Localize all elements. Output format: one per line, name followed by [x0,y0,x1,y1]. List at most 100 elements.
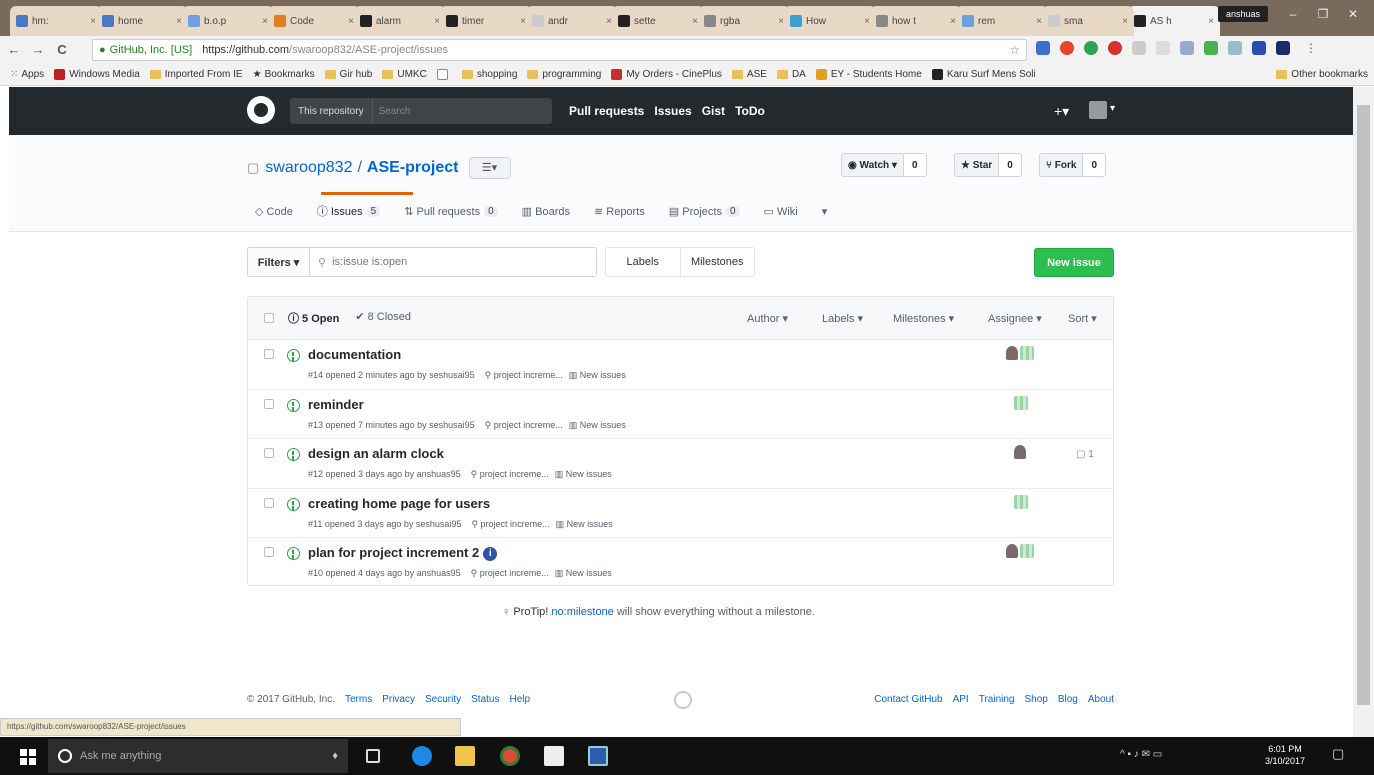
assignee-avatar[interactable] [1014,445,1026,459]
tab-close-icon[interactable]: × [90,16,96,27]
scrollbar-thumb[interactable] [1357,105,1370,705]
tab-close-icon[interactable]: × [262,16,268,27]
issue-project-link[interactable]: ▥ New issues [569,420,626,430]
github-footer-logo-icon[interactable] [674,691,692,709]
issue-checkbox[interactable] [264,497,274,508]
issue-milestone-link[interactable]: ⚲ project increme... [485,370,563,380]
issue-milestone-link[interactable]: ⚲ project increme... [471,519,549,529]
browser-tab[interactable]: sette × [612,6,704,36]
nav-issues[interactable]: Issues [654,104,691,118]
footer-link[interactable]: API [953,694,969,705]
issue-project-link[interactable]: ▥ New issues [569,370,626,380]
back-button[interactable]: ← [4,40,24,60]
browser-tab[interactable]: rgba × [698,6,790,36]
footer-link[interactable]: Contact GitHub [874,694,942,705]
bookmark-item[interactable]: Gir hub [324,69,372,80]
bookmark-item[interactable]: Other bookmarks [1276,69,1368,80]
footer-link[interactable]: Privacy [382,694,415,705]
issue-checkbox[interactable] [264,547,274,557]
bookmark-item[interactable]: ⁙ Apps [10,69,44,80]
issue-title-link[interactable]: creating home page for users [308,496,490,511]
edge-browser-icon[interactable] [412,746,432,766]
select-all-checkbox[interactable] [264,313,274,323]
tab-close-icon[interactable]: × [348,16,354,27]
tab-close-icon[interactable]: × [434,16,440,27]
store-icon[interactable] [544,746,564,766]
browser-tab[interactable]: Code × [268,6,360,36]
repo-tab[interactable]: ▥ Boards [522,203,570,219]
milestones-button[interactable]: Milestones [681,248,755,276]
bookmark-item[interactable]: programming [527,69,601,80]
closed-issues-link[interactable]: ✔ 8 Closed [355,310,411,326]
assignee-avatar[interactable] [1020,544,1034,558]
issues-search-input[interactable]: ⚲ is:issue is:open [310,248,596,276]
browser-tab[interactable]: AS h × [1128,6,1220,36]
page-scrollbar[interactable] [1353,87,1374,737]
comments-link[interactable]: ▢ 1 [1076,449,1094,460]
fork-button[interactable]: ⑂ Fork [1039,153,1084,177]
footer-link[interactable]: Security [425,694,461,705]
bookmark-item[interactable]: EY - Students Home [815,69,922,80]
chevron-down-icon[interactable]: ▾ [1110,103,1115,114]
browser-tab[interactable]: b.o.p × [182,6,274,36]
sort-filter[interactable]: Sort ▾ [1068,312,1097,325]
fork-count[interactable]: 0 [1083,153,1107,177]
author-filter[interactable]: Author ▾ [747,312,788,325]
extension-icon[interactable] [1180,41,1194,55]
issue-title-link[interactable]: design an alarm clock [308,446,444,461]
repo-tab[interactable]: ◇ Code [255,203,293,219]
browser-tab[interactable]: alarm × [354,6,446,36]
assignee-avatar[interactable] [1006,346,1018,360]
footer-link[interactable]: Terms [345,694,372,705]
nav-gist[interactable]: Gist [702,104,725,118]
issue-row[interactable]: design an alarm clock #12 opened 3 days a… [248,439,1113,489]
footer-link[interactable]: Shop [1024,694,1047,705]
tab-close-icon[interactable]: × [176,16,182,27]
forward-button[interactable]: → [28,40,48,60]
footer-link[interactable]: Help [509,694,530,705]
repo-tab[interactable]: ≋ Reports [594,203,645,219]
browser-tab[interactable]: How × [784,6,876,36]
browser-tab[interactable]: rem × [956,6,1048,36]
bookmark-item[interactable]: Karu Surf Mens Soli [931,69,1036,80]
menu-dots-icon[interactable]: ⋮ [1304,41,1318,55]
repo-menu-button[interactable]: ☰▾ [468,157,511,179]
create-new-dropdown[interactable]: +▾ [1054,103,1069,120]
star-button[interactable]: ★ Star [954,153,1000,177]
windows-start-icon[interactable] [20,749,36,765]
issue-project-link[interactable]: ▥ New issues [555,568,612,578]
footer-link[interactable]: Status [471,694,499,705]
reload-button[interactable]: C [52,40,72,60]
filters-dropdown[interactable]: Filters ▾ [248,248,310,276]
issue-checkbox[interactable] [264,448,274,458]
issue-title-link[interactable]: reminder [308,397,364,412]
repo-tab[interactable]: ⓘ Issues 5 [317,203,381,219]
issue-title-link[interactable]: plan for project increment 2i [308,545,498,561]
browser-tab[interactable]: how t × [870,6,962,36]
new-issue-button[interactable]: New issue [1034,248,1114,277]
profile-chip[interactable]: anshuas [1218,6,1268,22]
taskbar-clock[interactable]: 6:01 PM 3/10/2017 [1265,743,1305,767]
microphone-icon[interactable]: ♦ [332,750,338,762]
repo-tab[interactable]: ⇅ Pull requests 0 [404,203,498,219]
avatar[interactable] [1089,101,1107,119]
assignee-filter[interactable]: Assignee ▾ [988,312,1042,325]
notifications-icon[interactable]: ▢ [1332,746,1344,762]
issue-checkbox[interactable] [264,349,274,359]
issue-row[interactable]: plan for project increment 2 i #10 opened … [248,538,1113,588]
issue-title-link[interactable]: documentation [308,347,401,362]
minimize-button[interactable]: – [1278,4,1308,24]
issue-milestone-link[interactable]: ⚲ project increme... [471,469,549,479]
repo-owner-link[interactable]: swaroop832 [265,159,352,177]
tab-close-icon[interactable]: × [606,16,612,27]
extension-icon[interactable] [1276,41,1290,55]
address-bar[interactable]: ● GitHub, Inc. [US] https://github.com/s… [92,39,1027,61]
repo-tab[interactable]: ▤ Projects 0 [669,203,740,219]
extension-icon[interactable] [1204,41,1218,55]
maximize-button[interactable]: ❐ [1308,4,1338,24]
bookmark-item[interactable] [436,69,452,80]
watch-button[interactable]: ◉ Watch ▾ [841,153,904,177]
tab-close-icon[interactable]: × [692,16,698,27]
bookmark-star-icon[interactable]: ☆ [1009,43,1020,57]
footer-link[interactable]: About [1088,694,1114,705]
